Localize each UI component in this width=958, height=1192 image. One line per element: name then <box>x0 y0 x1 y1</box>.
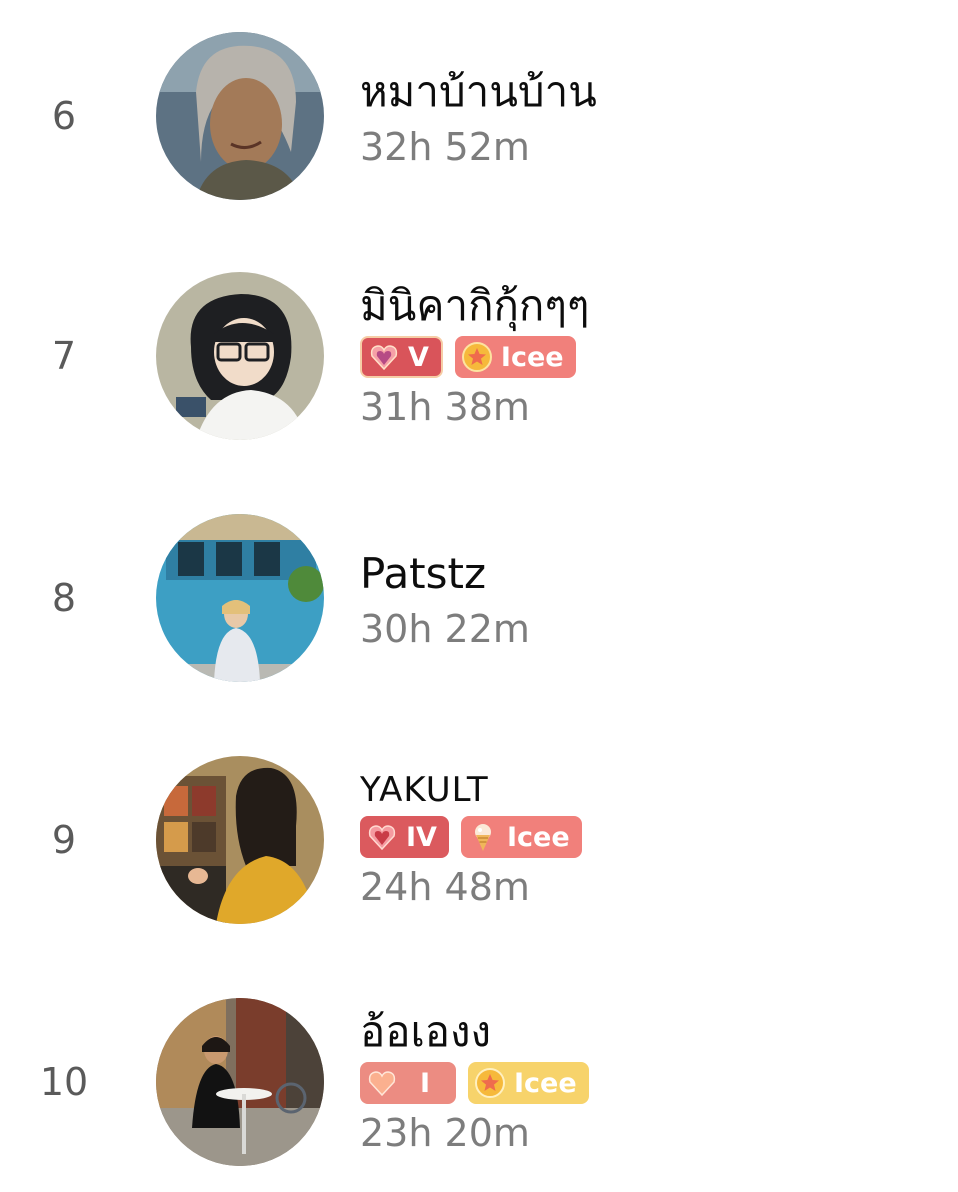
leaderboard-row[interactable]: 9 YAKULT IV Icee 24h 48m <box>0 740 958 940</box>
user-name: Patstz <box>360 549 487 598</box>
level-badge[interactable]: IV <box>360 816 449 858</box>
avatar-photo <box>156 272 324 440</box>
avatar[interactable] <box>156 756 324 924</box>
watch-time: 32h 52m <box>360 125 530 169</box>
level-badge[interactable]: I <box>360 1062 456 1104</box>
badge-label: Icee <box>514 1067 577 1099</box>
user-name: YAKULT <box>360 770 489 810</box>
leaderboard-row[interactable]: 8 Patstz 30h 22m <box>0 498 958 698</box>
watch-time: 23h 20m <box>360 1111 530 1155</box>
avatar[interactable] <box>156 272 324 440</box>
avatar-photo <box>156 514 324 682</box>
leaderboard-row[interactable]: 7 มินิคากิกุ้กๆๆ V Icee 31h 38m <box>0 256 958 456</box>
user-name: อ้อเองง <box>360 1007 492 1056</box>
badge-label: V <box>408 341 429 373</box>
avatar-photo <box>156 756 324 924</box>
badge-list: V Icee <box>360 336 938 378</box>
badge-label: IV <box>406 821 437 853</box>
watch-time: 24h 48m <box>360 865 530 909</box>
badge-list: I Icee <box>360 1062 938 1104</box>
rank-number: 7 <box>51 334 77 378</box>
avatar[interactable] <box>156 32 324 200</box>
leaderboard-row[interactable]: 10 อ้อเองง I Icee 23h 20m <box>0 982 958 1182</box>
heart-icon <box>368 1071 396 1097</box>
user-name: มินิคากิกุ้กๆๆ <box>360 281 590 330</box>
icee-badge[interactable]: Icee <box>454 336 576 378</box>
badge-list: IV Icee <box>360 816 938 858</box>
rank-number: 6 <box>51 94 77 138</box>
rank-number: 9 <box>51 818 77 862</box>
watch-time: 30h 22m <box>360 607 530 651</box>
heart-gem-icon <box>370 345 398 371</box>
icee-badge[interactable]: Icee <box>468 1062 589 1104</box>
icee-badge[interactable]: Icee <box>460 816 582 858</box>
rank-number: 10 <box>39 1060 89 1104</box>
badge-label: Icee <box>506 821 570 853</box>
badge-label: I <box>420 1067 431 1099</box>
badge-label: Icee <box>500 341 564 373</box>
avatar-photo <box>156 998 324 1166</box>
star-medal-icon <box>475 1068 505 1098</box>
user-name: หมาบ้านบ้าน <box>360 67 597 116</box>
heart-gem-icon <box>368 825 396 851</box>
level-badge[interactable]: V <box>360 336 443 378</box>
ice-cream-icon <box>474 824 491 851</box>
star-medal-icon <box>461 342 492 372</box>
avatar[interactable] <box>156 514 324 682</box>
avatar[interactable] <box>156 998 324 1166</box>
leaderboard-row[interactable]: 6 หมาบ้านบ้าน 32h 52m <box>0 16 958 216</box>
avatar-photo <box>156 32 324 200</box>
rank-number: 8 <box>51 576 77 620</box>
watch-time: 31h 38m <box>360 385 530 429</box>
